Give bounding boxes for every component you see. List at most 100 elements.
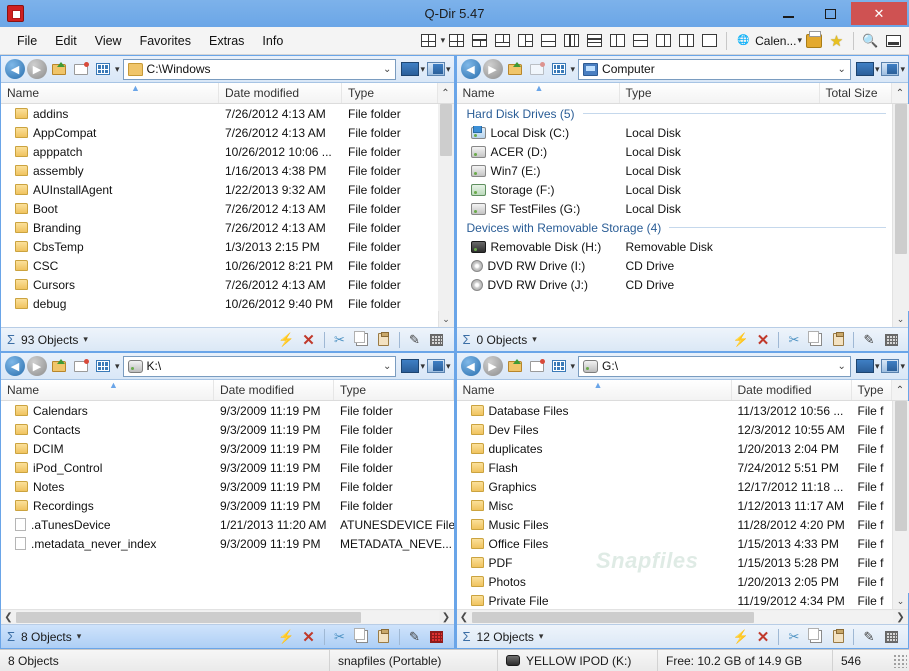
view-grid-icon[interactable] — [549, 357, 569, 375]
preview-panel-icon[interactable] — [884, 31, 903, 50]
status-chevron-down-icon[interactable]: ▾ — [532, 334, 537, 345]
view-mode-icon[interactable] — [856, 62, 874, 76]
pen-icon[interactable]: ✎ — [405, 331, 425, 349]
table-row[interactable]: duplicates1/20/2013 2:04 PMFile f — [457, 439, 893, 458]
up-folder-icon[interactable] — [505, 60, 525, 78]
table-row[interactable]: Removable Disk (H:)Removable Disk — [457, 237, 893, 256]
pen-icon[interactable]: ✎ — [405, 628, 425, 646]
table-row[interactable]: SF TestFiles (G:)Local Disk — [457, 199, 893, 218]
table-row[interactable]: .aTunesDevice1/21/2013 11:20 AMATUNESDEV… — [1, 515, 454, 534]
scissors-icon[interactable]: ✂ — [784, 628, 804, 646]
favorites-chevron-down-icon[interactable]: ▾ — [797, 35, 802, 46]
up-folder-icon[interactable] — [49, 60, 69, 78]
chevron-down-icon[interactable]: ▾ — [441, 35, 446, 46]
layout-3-left-button[interactable] — [516, 31, 535, 50]
column-type[interactable]: Type — [852, 380, 893, 400]
table-row[interactable]: debug10/26/2012 9:40 PMFile folder — [1, 294, 438, 313]
table-row[interactable]: CSC10/26/2012 8:21 PMFile folder — [1, 256, 438, 275]
forward-button[interactable]: ▶ — [483, 59, 503, 79]
address-options-chevron-icon[interactable]: ▾ — [571, 361, 576, 372]
file-list-top-left[interactable]: addins7/26/2012 4:13 AMFile folderAppCom… — [1, 104, 438, 327]
scroll-down-icon[interactable]: ⌄ — [893, 593, 909, 609]
delete-x-icon[interactable]: ✕ — [299, 331, 319, 349]
delete-x-icon[interactable]: ✕ — [299, 628, 319, 646]
scroll-down-icon[interactable]: ⌄ — [438, 311, 454, 327]
layout-2-columns-button[interactable] — [608, 31, 627, 50]
new-folder-icon[interactable] — [71, 60, 91, 78]
address-options-chevron-icon[interactable]: ▾ — [115, 64, 120, 75]
scroll-track[interactable] — [16, 611, 439, 624]
menu-favorites[interactable]: Favorites — [131, 31, 200, 51]
delete-x-icon[interactable]: ✕ — [753, 628, 773, 646]
view-mode-icon[interactable] — [401, 359, 419, 373]
column-type[interactable]: Type — [334, 380, 454, 400]
column-date-modified[interactable]: Date modified — [219, 83, 342, 103]
view-mode-chevron-icon[interactable]: ▾ — [420, 64, 425, 75]
split-view-icon[interactable] — [427, 359, 445, 373]
forward-button[interactable]: ▶ — [483, 356, 503, 376]
paste-icon[interactable] — [828, 628, 848, 646]
select-grid-icon[interactable] — [881, 628, 901, 646]
back-button[interactable]: ◀ — [461, 356, 481, 376]
layout-3-top-button[interactable] — [470, 31, 489, 50]
scissors-icon[interactable]: ✂ — [330, 331, 350, 349]
vertical-scrollbar-top-right[interactable]: ⌄ — [892, 104, 908, 327]
menu-extras[interactable]: Extras — [200, 31, 253, 51]
scroll-left-icon[interactable]: ❮ — [1, 610, 16, 625]
split-view-icon[interactable] — [427, 62, 445, 76]
scroll-right-icon[interactable]: ❯ — [439, 610, 454, 625]
column-type[interactable]: Type — [342, 83, 438, 103]
back-button[interactable]: ◀ — [5, 356, 25, 376]
address-chevron-down-icon[interactable]: ⌄ — [834, 64, 846, 75]
column-total-size[interactable]: Total Size — [820, 83, 893, 103]
maximize-button[interactable] — [809, 2, 851, 25]
column-name[interactable]: Name — [1, 380, 214, 400]
table-row[interactable]: ACER (D:)Local Disk — [457, 142, 893, 161]
scroll-left-icon[interactable]: ❮ — [457, 610, 472, 625]
table-row[interactable]: Misc1/12/2013 11:17 AMFile f — [457, 496, 893, 515]
layout-quad-dropdown-button[interactable] — [419, 31, 438, 50]
scroll-track[interactable] — [893, 401, 909, 593]
status-chevron-down-icon[interactable]: ▾ — [539, 631, 544, 642]
table-row[interactable]: Graphics12/17/2012 11:18 ...File f — [457, 477, 893, 496]
column-type[interactable]: Type — [620, 83, 820, 103]
split-view-chevron-icon[interactable]: ▾ — [900, 64, 905, 75]
vertical-scrollbar-top-left[interactable]: ⌄ — [438, 104, 454, 327]
table-row[interactable]: DVD RW Drive (I:)CD Drive — [457, 256, 893, 275]
table-row[interactable]: DVD RW Drive (J:)CD Drive — [457, 275, 893, 294]
zoom-icon[interactable]: 🔍 — [861, 31, 880, 50]
table-row[interactable]: addins7/26/2012 4:13 AMFile folder — [1, 104, 438, 123]
scroll-track[interactable] — [438, 104, 454, 311]
address-chevron-down-icon[interactable]: ⌄ — [379, 361, 391, 372]
copy-icon[interactable] — [352, 628, 372, 646]
scissors-icon[interactable]: ✂ — [330, 628, 350, 646]
layout-2-left-button[interactable] — [654, 31, 673, 50]
header-scroll-up-icon[interactable]: ⌃ — [438, 83, 454, 103]
paste-icon[interactable] — [828, 331, 848, 349]
view-grid-icon[interactable] — [93, 357, 113, 375]
paste-icon[interactable] — [374, 628, 394, 646]
split-view-chevron-icon[interactable]: ▾ — [446, 64, 451, 75]
split-view-icon[interactable] — [881, 359, 899, 373]
address-options-chevron-icon[interactable]: ▾ — [115, 361, 120, 372]
table-row[interactable]: Recordings9/3/2009 11:19 PMFile folder — [1, 496, 454, 515]
view-mode-chevron-icon[interactable]: ▾ — [875, 64, 880, 75]
view-mode-icon[interactable] — [401, 62, 419, 76]
new-folder-icon[interactable] — [527, 357, 547, 375]
table-row[interactable]: Database Files11/13/2012 10:56 ...File f — [457, 401, 893, 420]
address-input-bottom-left[interactable]: K:\ ⌄ — [123, 356, 397, 377]
table-row[interactable]: Private File11/19/2012 4:34 PMFile f — [457, 591, 893, 609]
table-row[interactable]: iPod_Control9/3/2009 11:19 PMFile folder — [1, 458, 454, 477]
scroll-thumb[interactable] — [472, 612, 754, 623]
status-chevron-down-icon[interactable]: ▾ — [77, 631, 82, 642]
layout-3-hrows-button[interactable] — [585, 31, 604, 50]
scroll-thumb[interactable] — [895, 401, 907, 531]
vertical-scrollbar-bottom-right[interactable]: ⌄ — [892, 401, 908, 609]
header-scroll-up-icon[interactable]: ⌃ — [892, 83, 908, 103]
back-button[interactable]: ◀ — [461, 59, 481, 79]
select-grid-icon[interactable] — [427, 628, 447, 646]
address-chevron-down-icon[interactable]: ⌄ — [834, 361, 846, 372]
table-row[interactable]: Storage (F:)Local Disk — [457, 180, 893, 199]
copy-icon[interactable] — [806, 628, 826, 646]
view-mode-chevron-icon[interactable]: ▾ — [420, 361, 425, 372]
